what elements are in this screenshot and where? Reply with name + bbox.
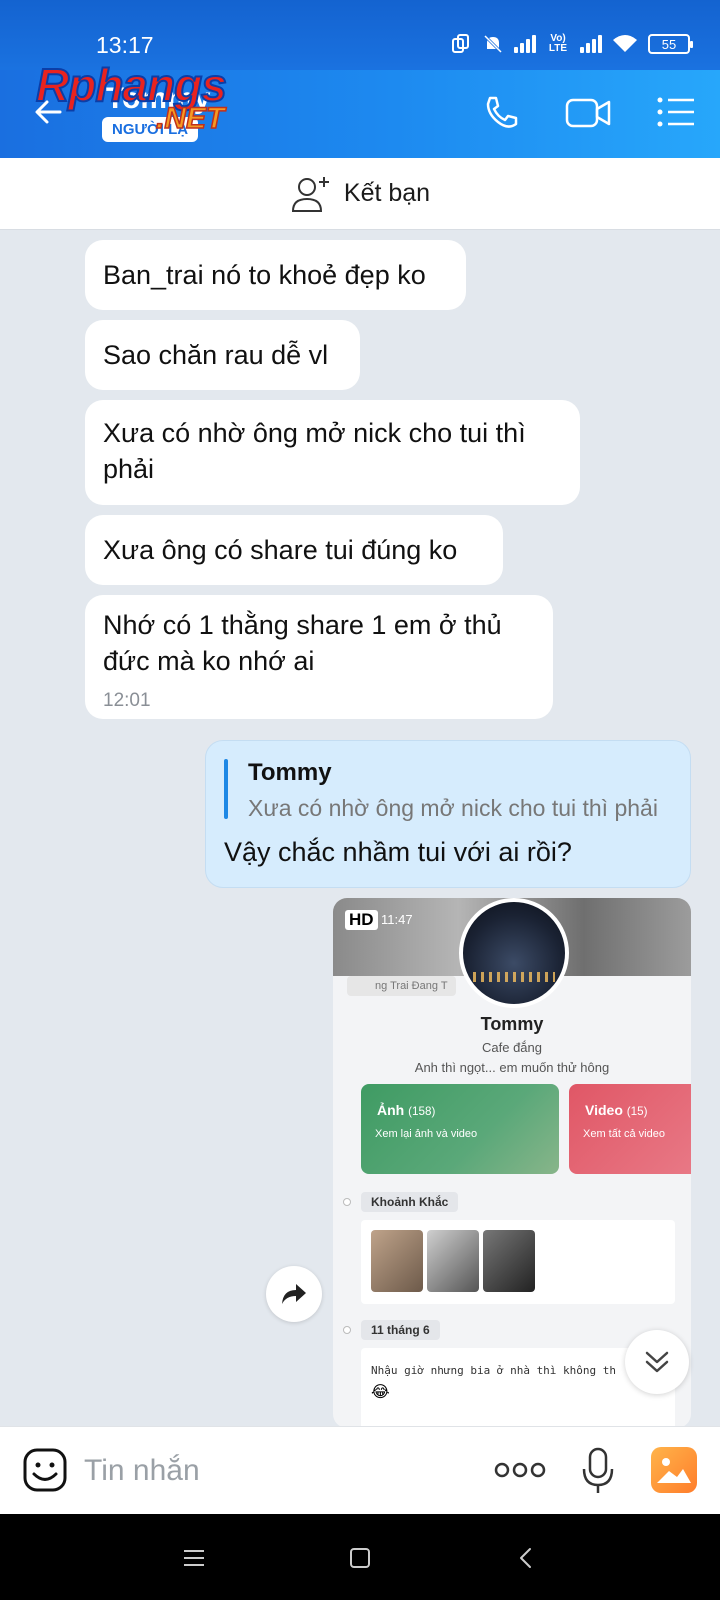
message-text: Xưa ông có share tui đúng ko — [103, 535, 458, 565]
video-card-sub: Xem tất cả video — [583, 1128, 665, 1140]
add-friend-button[interactable]: Kết bạn — [0, 158, 720, 230]
video-call-icon[interactable] — [565, 92, 613, 132]
message-text: Ban_trai nó to khoẻ đẹp ko — [103, 260, 426, 290]
phone-icon[interactable] — [478, 92, 522, 132]
profile-avatar — [459, 898, 569, 1008]
moment-thumb — [371, 1230, 423, 1292]
photo-card: Ảnh (158) Xem lại ảnh và video — [361, 1084, 559, 1174]
video-card-title: Video (15) — [585, 1102, 648, 1118]
gallery-glyph-icon — [657, 1458, 691, 1483]
add-friend-label: Kết bạn — [343, 179, 431, 207]
message-input[interactable] — [84, 1449, 464, 1493]
quote-bar — [224, 759, 228, 819]
lte-indicator: Vo) LTE — [548, 33, 568, 54]
message-bubble[interactable]: Xưa ông có share tui đúng ko — [85, 515, 503, 585]
shared-image-time: 11:47 — [381, 912, 413, 927]
sent-message-text: Vậy chắc nhầm tui với ai rồi? — [224, 837, 572, 867]
signal-icon-2 — [580, 35, 602, 53]
message-text: Nhớ có 1 thằng share 1 em ở thủ đức mà k… — [103, 610, 502, 676]
timeline-dot — [343, 1198, 351, 1206]
message-input-bar — [0, 1426, 720, 1514]
forward-button[interactable] — [266, 1266, 322, 1322]
wifi-icon — [613, 35, 637, 52]
sticker-icon[interactable] — [22, 1447, 68, 1493]
video-card: Video (15) Xem tất cả video — [569, 1084, 691, 1174]
double-chevron-down-icon — [645, 1351, 669, 1373]
rotation-icon — [452, 34, 469, 53]
moments-label: Khoảnh Khắc — [361, 1192, 459, 1212]
chat-header: 13:17 Vo) LTE 55 Tommy NGƯỜI LẠ Rphangs … — [0, 0, 720, 158]
watermark-logo: Rphangs .NET — [35, 58, 256, 138]
moments-box — [361, 1220, 675, 1304]
message-bubble[interactable]: Ban_trai nó to khoẻ đẹp ko — [85, 240, 466, 310]
quote-text: Xưa có nhờ ông mở nick cho tui thì phải — [248, 795, 658, 821]
gallery-icon[interactable] — [651, 1447, 697, 1493]
sent-reply-bubble[interactable]: Tommy Xưa có nhờ ông mở nick cho tui thì… — [205, 740, 691, 888]
quote-author: Tommy — [248, 759, 332, 786]
profile-status: Cafe đắng — [482, 1040, 542, 1055]
back-icon[interactable] — [512, 1544, 540, 1572]
scroll-down-button[interactable] — [625, 1330, 689, 1394]
watermark-suffix: .NET — [155, 101, 225, 136]
message-bubble[interactable]: Xưa có nhờ ông mở nick cho tui thì phải — [85, 400, 580, 505]
message-text: Sao chăn rau dễ vl — [103, 340, 329, 370]
post-emoji: 😂 — [371, 1384, 390, 1401]
mute-bell-icon — [483, 34, 503, 54]
forward-arrow-icon — [282, 1284, 306, 1304]
message-text: Xưa có nhờ ông mở nick cho tui thì phải — [103, 418, 526, 484]
moment-thumb — [427, 1230, 479, 1292]
microphone-icon[interactable] — [580, 1447, 616, 1495]
message-time: 12:01 — [103, 690, 151, 711]
system-nav-bar — [0, 1514, 720, 1600]
status-time: 13:17 — [96, 32, 154, 58]
battery-indicator: 55 — [648, 34, 693, 54]
status-icons: Vo) LTE 55 — [450, 33, 693, 55]
recents-icon[interactable] — [180, 1544, 208, 1572]
menu-list-icon[interactable] — [654, 92, 698, 132]
signal-icon — [514, 35, 536, 53]
message-bubble[interactable]: Nhớ có 1 thằng share 1 em ở thủ đức mà k… — [85, 595, 553, 719]
profile-name: Tommy — [480, 1014, 544, 1034]
post-text: Nhậu giờ nhưng bia ở nhà thì không th — [371, 1364, 617, 1377]
profile-bio: Anh thì ngọt... em muốn thử hông — [414, 1060, 610, 1075]
timeline-dot — [343, 1326, 351, 1334]
photo-card-title: Ảnh (158) — [377, 1102, 436, 1118]
photo-card-sub: Xem lại ảnh và video — [375, 1128, 478, 1140]
more-options-icon[interactable] — [494, 1457, 546, 1483]
message-bubble[interactable]: Sao chăn rau dễ vl — [85, 320, 360, 390]
moment-thumb — [483, 1230, 535, 1292]
profile-music: ng Trai Đang T — [347, 976, 456, 996]
date-label: 11 tháng 6 — [361, 1320, 440, 1340]
home-icon[interactable] — [346, 1544, 374, 1572]
hd-badge: HD — [345, 910, 378, 930]
add-person-icon — [291, 176, 329, 212]
